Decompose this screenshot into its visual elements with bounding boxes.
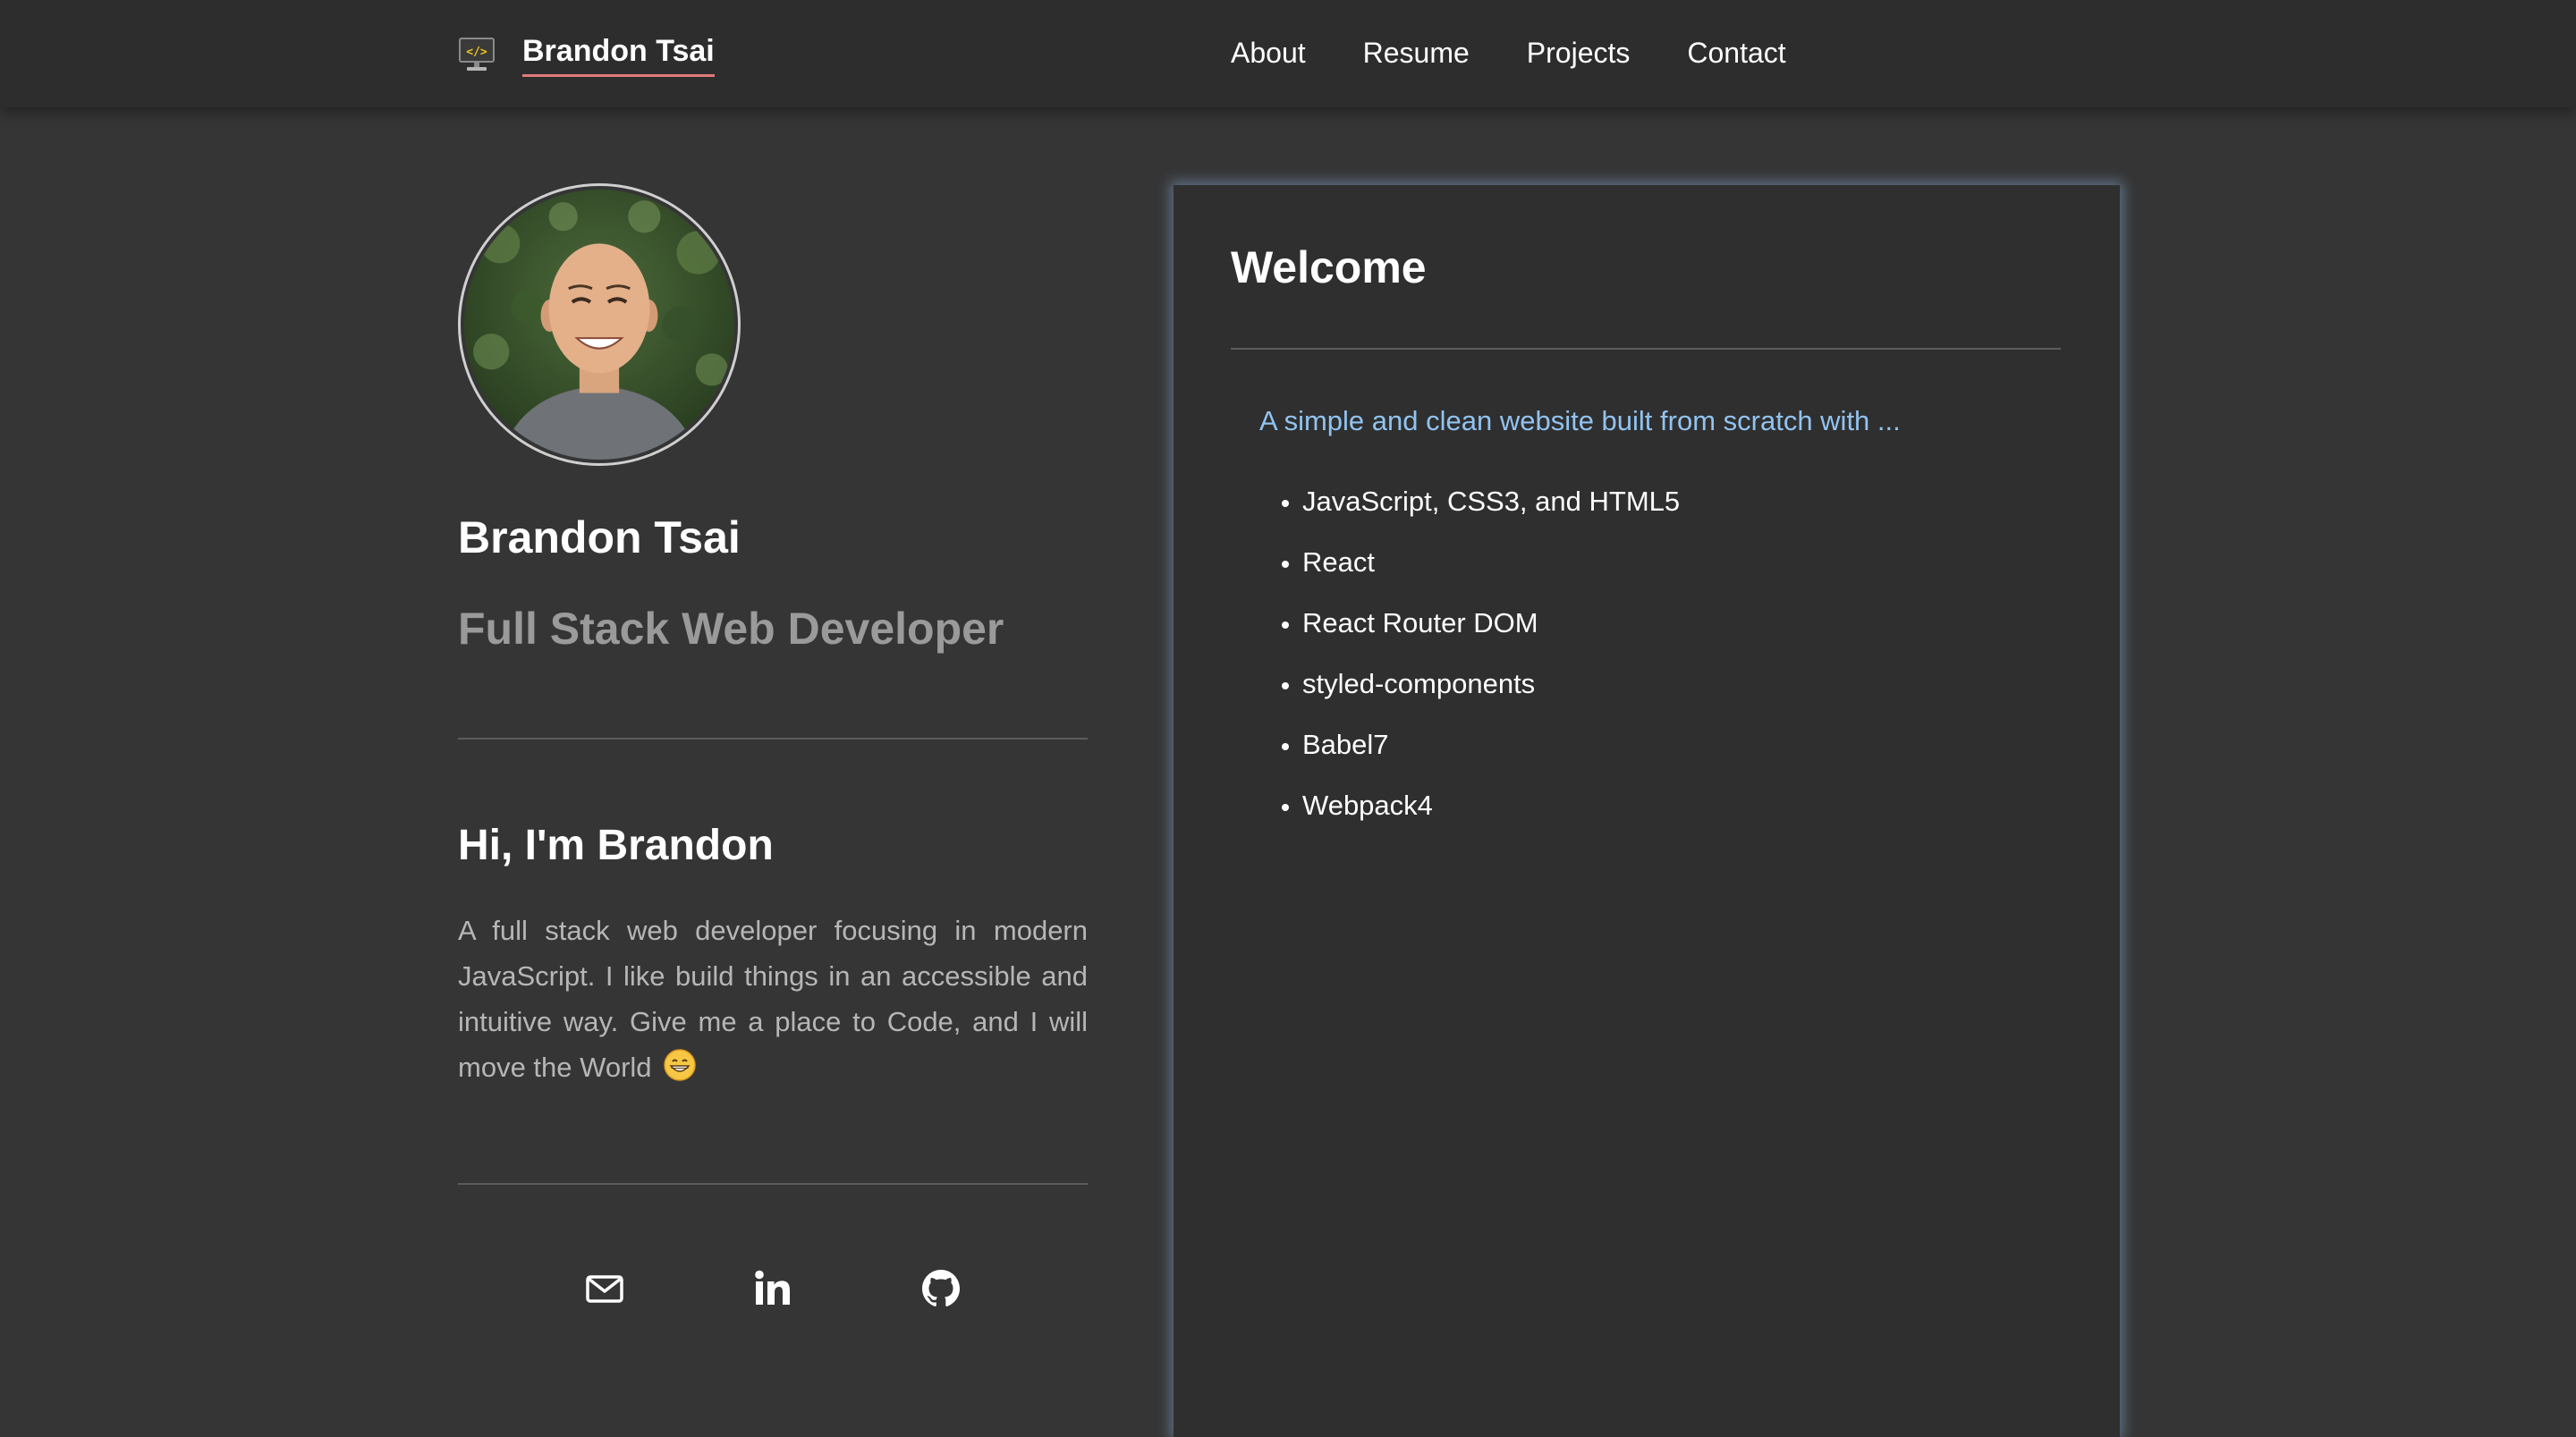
profile-name: Brandon Tsai xyxy=(458,512,741,562)
nav-link-projects[interactable]: Projects xyxy=(1527,32,1631,73)
bio-text: A full stack web developer focusing in m… xyxy=(458,908,1088,1090)
main-nav: About Resume Projects Contact xyxy=(1231,32,1786,73)
list-item: React xyxy=(1302,545,2063,580)
bio-body: A full stack web developer focusing in m… xyxy=(458,915,1088,1083)
profile-column: Brandon Tsai Full Stack Web Developer Hi… xyxy=(458,183,1088,1310)
list-item: JavaScript, CSS3, and HTML5 xyxy=(1302,484,2063,520)
nav-link-resume[interactable]: Resume xyxy=(1363,32,1470,73)
profile-title: Full Stack Web Developer xyxy=(458,604,1004,654)
svg-text:</>: </> xyxy=(466,46,487,59)
nav-link-contact[interactable]: Contact xyxy=(1687,32,1785,73)
code-monitor-icon: </> xyxy=(459,38,495,71)
list-item: styled-components xyxy=(1302,666,2063,702)
brand-home-link[interactable]: </> Brandon Tsai xyxy=(456,30,715,79)
email-icon[interactable] xyxy=(583,1267,626,1310)
section-divider xyxy=(458,738,1088,740)
list-item: Babel7 xyxy=(1302,727,2063,763)
brand-name: Brandon Tsai xyxy=(522,33,715,77)
section-divider xyxy=(458,1183,1088,1185)
greeting-heading: Hi, I'm Brandon xyxy=(458,822,774,869)
welcome-intro: A simple and clean website built from sc… xyxy=(1259,405,1901,436)
list-item: React Router DOM xyxy=(1302,605,2063,641)
tech-stack-list: JavaScript, CSS3, and HTML5 React React … xyxy=(1231,484,2063,824)
top-navbar: </> Brandon Tsai About Resume Projects C… xyxy=(0,0,2576,107)
avatar xyxy=(458,183,741,466)
nav-link-about[interactable]: About xyxy=(1231,32,1306,73)
welcome-card: Welcome A simple and clean website built… xyxy=(1174,185,2120,1437)
social-links xyxy=(458,1267,1088,1310)
list-item: Webpack4 xyxy=(1302,788,2063,824)
linkedin-icon[interactable] xyxy=(751,1267,794,1310)
profile-photo xyxy=(464,190,734,460)
github-icon[interactable] xyxy=(919,1267,962,1310)
welcome-title: Welcome xyxy=(1231,242,1427,292)
card-divider xyxy=(1231,348,2061,350)
grinning-face-emoji xyxy=(664,1049,696,1081)
